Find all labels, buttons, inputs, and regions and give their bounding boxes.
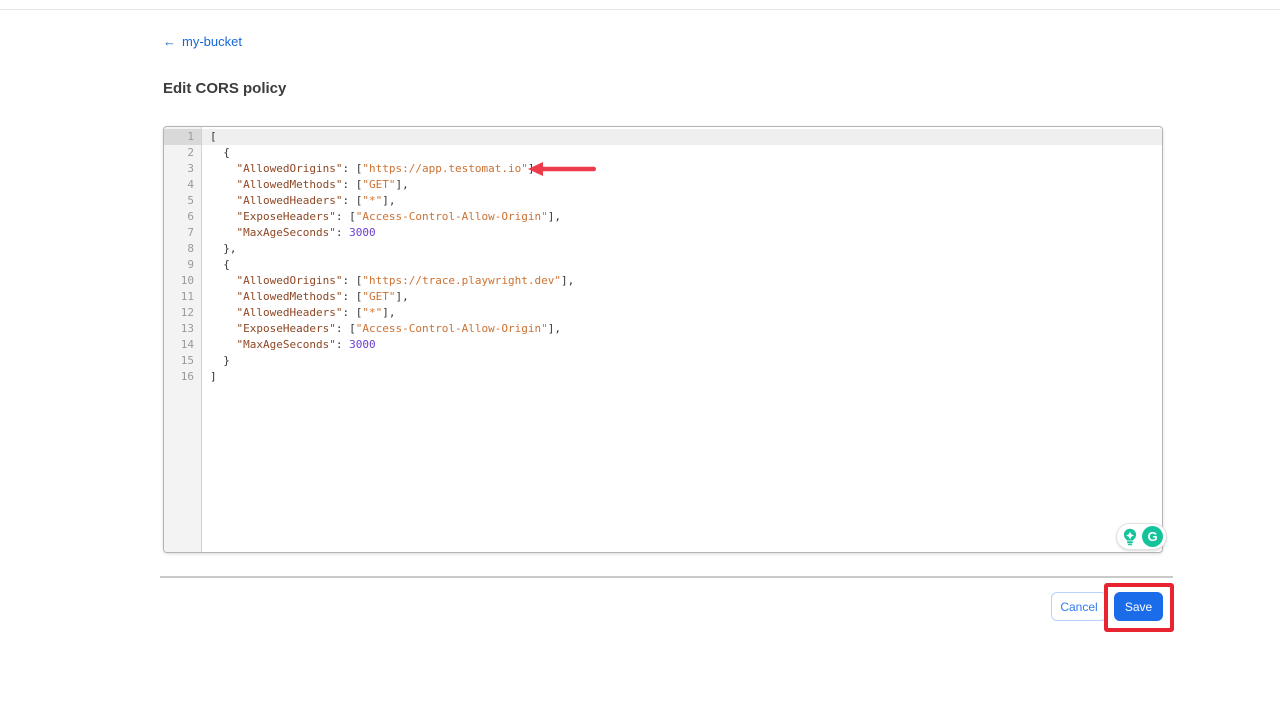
code-line: "AllowedHeaders": ["*"], (202, 193, 1162, 209)
code-line: "MaxAgeSeconds": 3000 (202, 337, 1162, 353)
cors-policy-editor[interactable]: 12345678910111213141516 [ { "AllowedOrig… (163, 126, 1163, 553)
code-line: "ExposeHeaders": ["Access-Control-Allow-… (202, 209, 1162, 225)
code-line: ] (202, 369, 1162, 385)
grammarly-logo-icon[interactable]: G (1142, 526, 1163, 547)
code-line: "AllowedHeaders": ["*"], (202, 305, 1162, 321)
code-line: "MaxAgeSeconds": 3000 (202, 225, 1162, 241)
back-link[interactable]: ← my-bucket (163, 34, 242, 49)
code-line: }, (202, 241, 1162, 257)
code-line: "AllowedOrigins": ["https://trace.playwr… (202, 273, 1162, 289)
line-number: 13 (164, 321, 201, 337)
code-line: "AllowedMethods": ["GET"], (202, 289, 1162, 305)
code-line: [ (202, 129, 1162, 145)
save-button[interactable]: Save (1114, 592, 1163, 621)
red-arrow-annotation-icon (528, 161, 598, 177)
line-number: 14 (164, 337, 201, 353)
code-line: { (202, 145, 1162, 161)
line-number: 3 (164, 161, 201, 177)
editor-content[interactable]: [ { "AllowedOrigins": ["https://app.test… (202, 127, 1162, 552)
line-number: 5 (164, 193, 201, 209)
line-number: 7 (164, 225, 201, 241)
line-number: 10 (164, 273, 201, 289)
line-number: 16 (164, 369, 201, 385)
code-line: "AllowedOrigins": ["https://app.testomat… (202, 161, 1162, 177)
suggestions-bulb-icon[interactable] (1120, 527, 1140, 547)
top-nav-edge (0, 0, 1280, 10)
code-line: { (202, 257, 1162, 273)
line-number: 12 (164, 305, 201, 321)
line-number: 4 (164, 177, 201, 193)
line-number: 6 (164, 209, 201, 225)
line-number: 15 (164, 353, 201, 369)
back-arrow-icon: ← (163, 34, 176, 49)
page-title: Edit CORS policy (163, 80, 286, 97)
line-number: 11 (164, 289, 201, 305)
editor-gutter: 12345678910111213141516 (164, 127, 202, 552)
back-link-label: my-bucket (182, 34, 242, 49)
line-number: 2 (164, 145, 201, 161)
code-line: } (202, 353, 1162, 369)
code-line: "AllowedMethods": ["GET"], (202, 177, 1162, 193)
line-number: 9 (164, 257, 201, 273)
line-number: 8 (164, 241, 201, 257)
grammarly-widget[interactable]: G (1116, 523, 1167, 550)
code-line: "ExposeHeaders": ["Access-Control-Allow-… (202, 321, 1162, 337)
cancel-button[interactable]: Cancel (1051, 592, 1107, 621)
line-number: 1 (164, 129, 201, 145)
footer-divider (160, 576, 1173, 578)
